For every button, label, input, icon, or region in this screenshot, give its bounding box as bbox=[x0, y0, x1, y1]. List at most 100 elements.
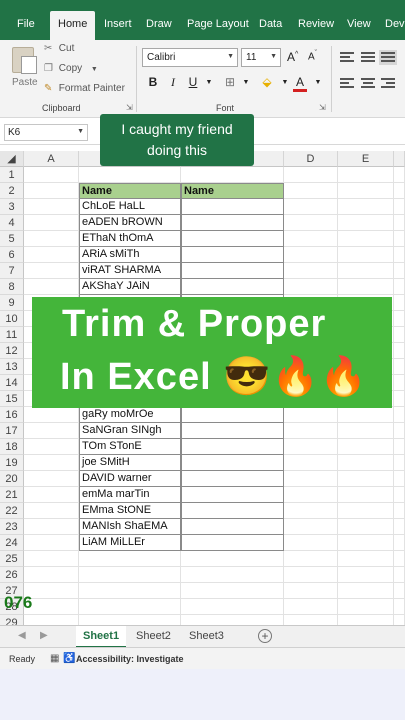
cell-f2[interactable] bbox=[394, 183, 405, 199]
cell-c19[interactable] bbox=[181, 455, 284, 471]
accessibility-icon[interactable]: ♿ bbox=[63, 653, 75, 664]
align-left-icon[interactable] bbox=[340, 78, 354, 89]
row-header-10[interactable]: 10 bbox=[0, 311, 24, 327]
chevron-down-icon[interactable]: ▼ bbox=[239, 79, 253, 86]
sheet-tab-sheet3[interactable]: Sheet3 bbox=[182, 626, 231, 648]
row-header-5[interactable]: 5 bbox=[0, 231, 24, 247]
row-header-26[interactable]: 26 bbox=[0, 567, 24, 583]
cell-c18[interactable] bbox=[181, 439, 284, 455]
cell-b2[interactable]: Name bbox=[79, 183, 181, 199]
cell-a21[interactable] bbox=[24, 487, 79, 503]
cell-e17[interactable] bbox=[338, 423, 394, 439]
cell-f20[interactable] bbox=[394, 471, 405, 487]
cell-a24[interactable] bbox=[24, 535, 79, 551]
cell-a19[interactable] bbox=[24, 455, 79, 471]
tab-data[interactable]: Data bbox=[259, 18, 282, 30]
cell-e22[interactable] bbox=[338, 503, 394, 519]
cell-b3[interactable]: ChLoE HaLL bbox=[79, 199, 181, 215]
cell-b20[interactable]: DAVID warner bbox=[79, 471, 181, 487]
cell-a25[interactable] bbox=[24, 551, 79, 567]
row-header-16[interactable]: 16 bbox=[0, 407, 24, 423]
cell-d19[interactable] bbox=[284, 455, 338, 471]
align-middle-icon[interactable] bbox=[361, 52, 375, 63]
copy-button[interactable]: ❐ Copy ▼ bbox=[44, 63, 98, 74]
paste-button[interactable]: Paste bbox=[10, 45, 38, 95]
cell-a8[interactable] bbox=[24, 279, 79, 295]
row-header-19[interactable]: 19 bbox=[0, 455, 24, 471]
cell-b7[interactable]: viRAT SHARMA bbox=[79, 263, 181, 279]
dialog-launcher-icon[interactable]: ⇲ bbox=[126, 103, 133, 112]
cell-e7[interactable] bbox=[338, 263, 394, 279]
cell-d24[interactable] bbox=[284, 535, 338, 551]
cell-b25[interactable] bbox=[79, 551, 181, 567]
bold-button[interactable]: B bbox=[146, 75, 160, 89]
cell-b1[interactable] bbox=[79, 167, 181, 183]
row-header-9[interactable]: 9 bbox=[0, 295, 24, 311]
cell-d16[interactable] bbox=[284, 407, 338, 423]
cell-b5[interactable]: EThaN thOmA bbox=[79, 231, 181, 247]
cell-f27[interactable] bbox=[394, 583, 405, 599]
cell-a18[interactable] bbox=[24, 439, 79, 455]
cell-f10[interactable] bbox=[394, 311, 405, 327]
cell-e21[interactable] bbox=[338, 487, 394, 503]
cell-e26[interactable] bbox=[338, 567, 394, 583]
next-sheet-icon[interactable]: ▶ bbox=[40, 630, 48, 641]
align-center-icon[interactable] bbox=[361, 78, 375, 89]
cell-f14[interactable] bbox=[394, 375, 405, 391]
cell-c25[interactable] bbox=[181, 551, 284, 567]
row-header-12[interactable]: 12 bbox=[0, 343, 24, 359]
cell-f28[interactable] bbox=[394, 599, 405, 615]
accessibility-status[interactable]: Accessibility: Investigate bbox=[76, 654, 184, 664]
row-header-14[interactable]: 14 bbox=[0, 375, 24, 391]
cell-f26[interactable] bbox=[394, 567, 405, 583]
cell-e6[interactable] bbox=[338, 247, 394, 263]
row-header-7[interactable]: 7 bbox=[0, 263, 24, 279]
cell-c20[interactable] bbox=[181, 471, 284, 487]
cell-a23[interactable] bbox=[24, 519, 79, 535]
cell-c5[interactable] bbox=[181, 231, 284, 247]
column-header-e[interactable]: E bbox=[338, 151, 394, 167]
cell-e5[interactable] bbox=[338, 231, 394, 247]
cell-c3[interactable] bbox=[181, 199, 284, 215]
cell-d1[interactable] bbox=[284, 167, 338, 183]
cut-button[interactable]: ✂ Cut bbox=[44, 43, 74, 54]
cell-f5[interactable] bbox=[394, 231, 405, 247]
chevron-down-icon[interactable]: ▼ bbox=[311, 79, 325, 86]
tab-file[interactable]: File bbox=[17, 18, 35, 30]
sheet-tab-sheet2[interactable]: Sheet2 bbox=[129, 626, 178, 648]
dialog-launcher-icon[interactable]: ⇲ bbox=[319, 103, 326, 112]
cell-c17[interactable] bbox=[181, 423, 284, 439]
cell-a6[interactable] bbox=[24, 247, 79, 263]
tab-review[interactable]: Review bbox=[298, 18, 334, 30]
sheet-tab-sheet1[interactable]: Sheet1 bbox=[76, 626, 127, 648]
cell-e2[interactable] bbox=[338, 183, 394, 199]
row-header-8[interactable]: 8 bbox=[0, 279, 24, 295]
cell-f9[interactable] bbox=[394, 295, 405, 311]
column-header-f[interactable] bbox=[394, 151, 405, 167]
align-bottom-icon[interactable] bbox=[379, 50, 397, 65]
fill-color-icon[interactable]: ⬙ bbox=[260, 75, 274, 89]
cell-a26[interactable] bbox=[24, 567, 79, 583]
cell-e27[interactable] bbox=[338, 583, 394, 599]
row-header-22[interactable]: 22 bbox=[0, 503, 24, 519]
cell-f17[interactable] bbox=[394, 423, 405, 439]
cell-b6[interactable]: ARiA sMiTh bbox=[79, 247, 181, 263]
cell-b8[interactable]: AKShaY JAiN bbox=[79, 279, 181, 295]
cell-d23[interactable] bbox=[284, 519, 338, 535]
cell-a20[interactable] bbox=[24, 471, 79, 487]
cell-e1[interactable] bbox=[338, 167, 394, 183]
row-header-17[interactable]: 17 bbox=[0, 423, 24, 439]
column-header-a[interactable]: A bbox=[24, 151, 79, 167]
cell-f6[interactable] bbox=[394, 247, 405, 263]
align-top-icon[interactable] bbox=[340, 52, 354, 63]
row-header-24[interactable]: 24 bbox=[0, 535, 24, 551]
cell-c16[interactable] bbox=[181, 407, 284, 423]
cell-b27[interactable] bbox=[79, 583, 181, 599]
cell-b22[interactable]: EMma StONE bbox=[79, 503, 181, 519]
cell-d22[interactable] bbox=[284, 503, 338, 519]
cell-d28[interactable] bbox=[284, 599, 338, 615]
align-right-icon[interactable] bbox=[381, 78, 395, 89]
cell-c8[interactable] bbox=[181, 279, 284, 295]
cell-c4[interactable] bbox=[181, 215, 284, 231]
row-header-23[interactable]: 23 bbox=[0, 519, 24, 535]
